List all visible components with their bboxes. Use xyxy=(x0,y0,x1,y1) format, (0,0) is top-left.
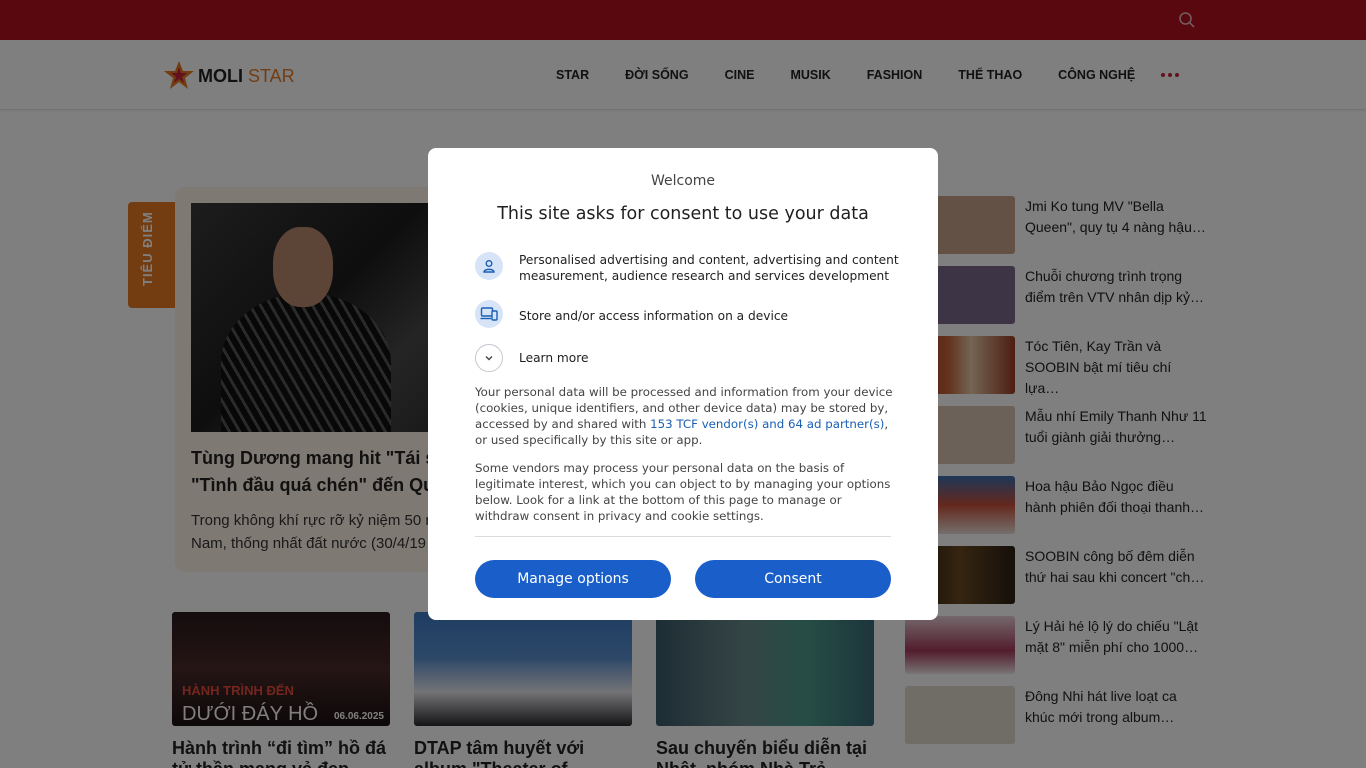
manage-options-button[interactable]: Manage options xyxy=(475,560,671,598)
consent-paragraph-2: Some vendors may process your personal d… xyxy=(475,461,891,523)
dialog-heading: This site asks for consent to use your d… xyxy=(497,204,869,224)
consent-dialog: Welcome This site asks for consent to us… xyxy=(428,148,938,620)
vendors-link[interactable]: 153 TCF vendor(s) and 64 ad partner(s) xyxy=(650,417,884,431)
consent-button[interactable]: Consent xyxy=(695,560,891,598)
person-icon xyxy=(475,252,503,280)
dialog-welcome: Welcome xyxy=(650,173,716,189)
devices-icon xyxy=(475,300,503,328)
dialog-divider xyxy=(475,536,891,537)
consent-paragraph-1: Your personal data will be processed and… xyxy=(475,385,893,447)
chevron-down-icon[interactable] xyxy=(475,344,503,372)
